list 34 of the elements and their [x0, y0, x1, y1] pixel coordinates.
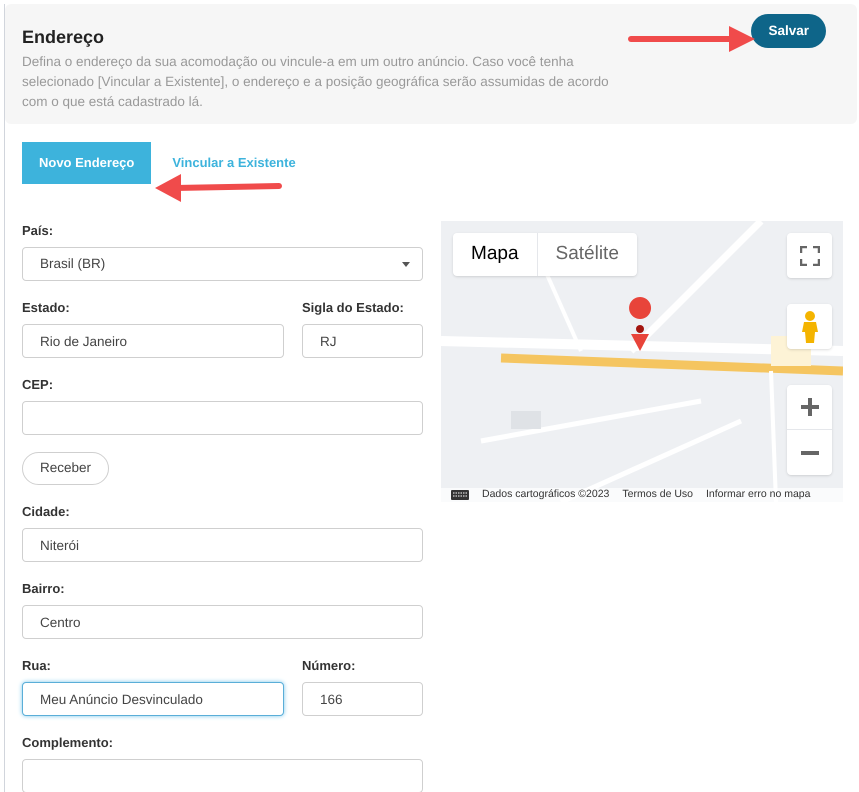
section-title: Endereço	[22, 26, 106, 49]
field-label: Bairro:	[22, 580, 66, 595]
map-data-credit: Dados cartográficos ©2023	[482, 487, 610, 502]
field-label: Rua:	[22, 657, 52, 672]
input-field[interactable]: 166	[302, 682, 423, 716]
map-link[interactable]: Informar erro no mapa	[706, 487, 810, 502]
input-field[interactable]	[22, 401, 423, 435]
input-field[interactable]: RJ	[302, 324, 423, 358]
map-type-button[interactable]: Satélite	[538, 233, 637, 276]
caret-icon	[402, 262, 410, 266]
field-label: CEP:	[22, 376, 54, 391]
input-field[interactable]: Rio de Janeiro	[22, 324, 284, 358]
keyboard-icon[interactable]	[451, 490, 469, 500]
field-label: País:	[22, 222, 54, 237]
field-label: Complemento:	[22, 734, 114, 749]
field-label: Número:	[302, 657, 356, 672]
person-icon	[800, 310, 818, 342]
input-field[interactable]	[22, 759, 423, 792]
map-type-button[interactable]: Mapa	[453, 233, 538, 276]
fetch-button[interactable]: Receber	[22, 452, 110, 485]
country-select[interactable]: Brasil (BR)	[22, 247, 423, 281]
map-link[interactable]: Termos de Uso	[622, 487, 693, 502]
save-button[interactable]: Salvar	[751, 14, 826, 48]
plus-icon	[800, 398, 818, 416]
minus-icon	[800, 450, 818, 454]
section-description: Defina o endereço da sua acomodação ou vincule-a em um outro anúncio. Caso você tenha selecionado [Vincular a Existente], o endereço e a posição geográfica serão assumidas de acordo com o que está cadastrado lá.	[22, 53, 610, 111]
input-field[interactable]: Niterói	[22, 528, 423, 562]
input-field[interactable]: Centro	[22, 605, 423, 639]
fullscreen-icon	[800, 246, 820, 266]
input-field[interactable]: Meu Anúncio Desvinculado	[22, 682, 284, 716]
field-label: Sigla do Estado:	[302, 299, 405, 314]
fullscreen-button[interactable]	[787, 233, 832, 278]
field-label: Cidade:	[22, 503, 71, 518]
field-label: Estado:	[22, 299, 71, 314]
